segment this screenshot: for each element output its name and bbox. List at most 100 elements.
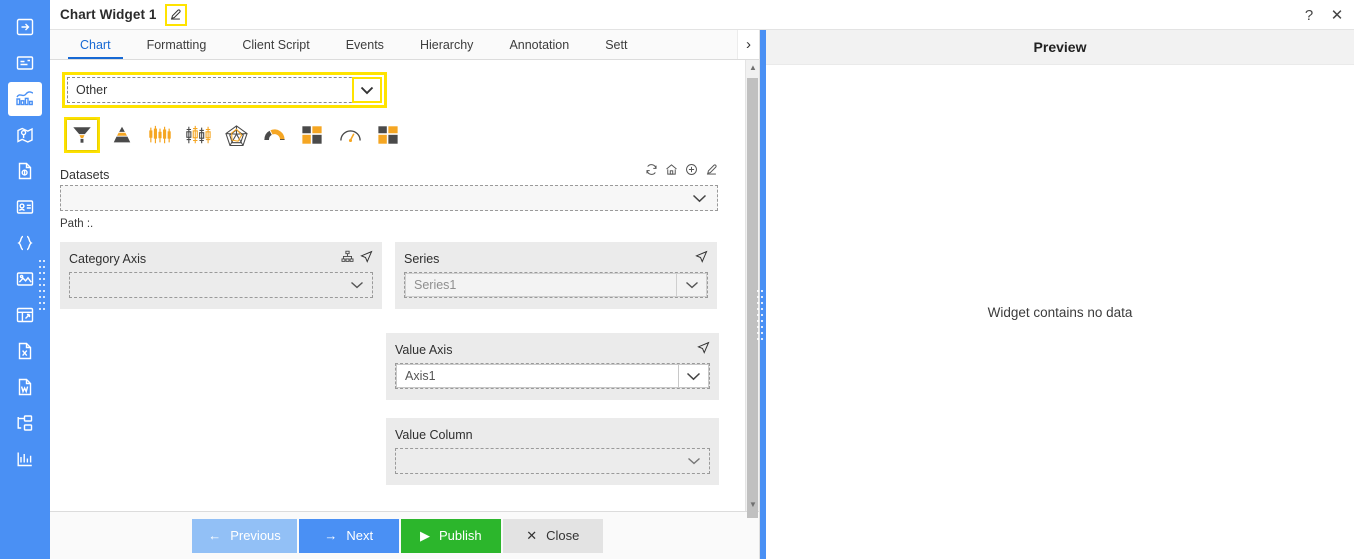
tab-label: Sett	[605, 37, 628, 52]
value-axis-value: Axis1	[396, 364, 679, 388]
chevron-down-icon[interactable]	[679, 364, 709, 388]
chevron-down-icon[interactable]	[354, 79, 380, 101]
value-column-value	[396, 449, 679, 473]
refresh-icon[interactable]	[645, 163, 658, 181]
category-axis-header: Category Axis	[69, 250, 373, 267]
rail-item-excel[interactable]	[8, 334, 42, 368]
tab-settings[interactable]: Sett	[587, 30, 645, 59]
rail-item-word[interactable]	[8, 370, 42, 404]
value-column-panel: Value Column	[386, 418, 719, 485]
close-button-label: Close	[546, 528, 580, 543]
chevron-down-icon[interactable]	[692, 194, 707, 203]
chart-widget-editor-window: Chart Widget 1 ? ✕ Chart Formatting Clie…	[0, 0, 1354, 559]
previous-button[interactable]: ← Previous	[192, 518, 297, 553]
arrow-right-icon: →	[324, 528, 338, 543]
rail-item-report[interactable]	[8, 154, 42, 188]
form-scroll-region: Other Datasets Path:. Category Axis Ser…	[50, 60, 760, 518]
chevron-down-icon[interactable]	[342, 273, 372, 297]
edit-pencil-icon[interactable]	[164, 3, 187, 26]
value-axis-header: Value Axis	[395, 341, 710, 358]
value-axis-panel: Value Axis Axis1	[386, 333, 719, 400]
series-actions	[695, 250, 708, 268]
scroll-down-arrow-icon[interactable]: ▼	[746, 497, 760, 511]
tab-formatting[interactable]: Formatting	[129, 30, 225, 59]
chevron-down-icon[interactable]	[677, 273, 707, 297]
category-series-row: Category Axis Series Series1	[60, 242, 735, 309]
rail-item-card[interactable]	[8, 190, 42, 224]
tab-annotation[interactable]: Annotation	[491, 30, 587, 59]
help-icon[interactable]: ?	[1300, 6, 1318, 24]
pyramid-chart-icon[interactable]	[106, 119, 138, 151]
left-icon-rail	[0, 0, 50, 559]
dial-gauge-chart-icon[interactable]	[334, 119, 366, 151]
rail-item-image[interactable]	[8, 262, 42, 296]
add-circle-icon[interactable]	[685, 163, 698, 181]
mosaic-chart-icon[interactable]	[372, 119, 404, 151]
series-header: Series	[404, 250, 708, 267]
scroll-up-arrow-icon[interactable]: ▲	[746, 60, 760, 74]
preview-empty-message: Widget contains no data	[987, 304, 1133, 320]
rail-item-map[interactable]	[8, 118, 42, 152]
home-icon[interactable]	[665, 163, 678, 181]
tab-label: Formatting	[146, 37, 207, 52]
category-axis-label: Category Axis	[69, 251, 147, 266]
value-column-label: Value Column	[395, 427, 473, 442]
send-arrow-icon[interactable]	[360, 250, 373, 268]
rail-item-analytics[interactable]	[8, 442, 42, 476]
close-button[interactable]: ✕ Close	[502, 518, 603, 553]
rail-item-tree[interactable]	[8, 406, 42, 440]
tab-label: Client Script	[242, 37, 310, 52]
tab-bar: Chart Formatting Client Script Events Hi…	[50, 30, 759, 60]
next-button[interactable]: → Next	[298, 518, 399, 553]
publish-button-label: Publish	[438, 528, 482, 543]
tab-events[interactable]: Events	[328, 30, 402, 59]
datasets-header: Datasets	[60, 163, 718, 182]
arrow-left-icon: ←	[208, 528, 222, 543]
series-select[interactable]: Series1	[404, 272, 708, 298]
chevron-down-icon[interactable]	[679, 449, 709, 473]
preview-panel: Preview Widget contains no data	[766, 30, 1354, 559]
rail-item-export[interactable]	[8, 10, 42, 44]
semi-gauge-chart-icon[interactable]	[258, 119, 290, 151]
rail-item-form[interactable]	[8, 46, 42, 80]
next-button-label: Next	[346, 528, 374, 543]
candlestick-chart-icon[interactable]	[144, 119, 176, 151]
form-vertical-scrollbar[interactable]: ▲ ▼	[745, 60, 760, 518]
boxplot-chart-icon[interactable]	[182, 119, 214, 151]
tab-client-script[interactable]: Client Script	[224, 30, 327, 59]
datasets-actions	[645, 163, 718, 182]
datasets-select[interactable]	[60, 185, 718, 211]
editor-panel: Chart Formatting Client Script Events Hi…	[50, 30, 760, 559]
chart-form: Other Datasets Path:. Category Axis Ser…	[50, 60, 745, 511]
category-axis-panel: Category Axis	[60, 242, 382, 309]
hierarchy-tree-icon[interactable]	[341, 250, 354, 268]
previous-button-label: Previous	[230, 528, 281, 543]
tab-hierarchy[interactable]: Hierarchy	[402, 30, 492, 59]
chart-type-icon-strip	[64, 117, 735, 153]
rail-item-grid[interactable]	[8, 298, 42, 332]
funnel-chart-icon[interactable]	[64, 117, 100, 153]
close-icon[interactable]: ✕	[1328, 6, 1346, 24]
radar-chart-icon[interactable]	[220, 119, 252, 151]
rail-item-code[interactable]	[8, 226, 42, 260]
tab-label: Annotation	[509, 37, 570, 52]
series-label: Series	[404, 251, 440, 266]
rail-item-chart[interactable]	[8, 82, 42, 116]
chart-type-select[interactable]: Other	[67, 77, 382, 103]
send-arrow-icon[interactable]	[695, 250, 708, 268]
category-axis-select[interactable]	[69, 272, 373, 298]
edit-pencil-icon[interactable]	[705, 163, 718, 181]
publish-button[interactable]: ▶ Publish	[400, 518, 501, 553]
series-panel: Series Series1	[395, 242, 717, 309]
send-arrow-icon[interactable]	[697, 341, 710, 359]
splitter-grip[interactable]	[756, 288, 765, 342]
value-axis-select[interactable]: Axis1	[395, 363, 710, 389]
value-column-select[interactable]	[395, 448, 710, 474]
tabs-next-chevron-icon[interactable]: ›	[737, 30, 759, 59]
tab-label: Chart	[80, 37, 111, 52]
panel-splitter[interactable]	[756, 30, 766, 559]
category-axis-actions	[341, 250, 373, 268]
tab-chart[interactable]: Chart	[62, 30, 129, 59]
treemap-chart-icon[interactable]	[296, 119, 328, 151]
tab-label: Hierarchy	[419, 37, 474, 52]
